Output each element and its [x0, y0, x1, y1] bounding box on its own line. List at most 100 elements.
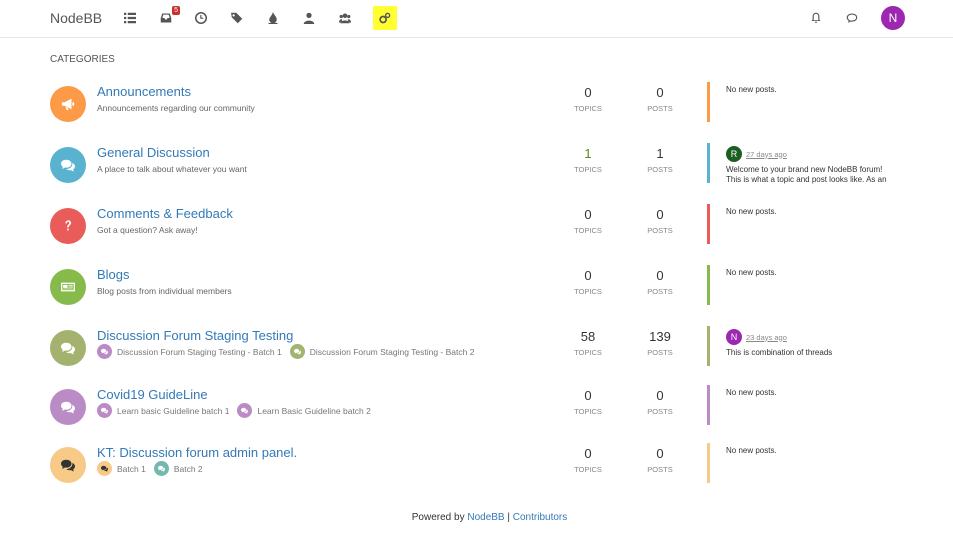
contributors-link[interactable]: Contributors	[513, 512, 567, 523]
category-icon[interactable]	[50, 447, 86, 483]
posts-count: 139	[649, 329, 671, 344]
category-icon[interactable]	[50, 330, 86, 366]
subcategory-label[interactable]: Discussion Forum Staging Testing - Batch…	[117, 347, 282, 357]
posts-label: POSTS	[647, 348, 673, 357]
comments-icon	[61, 342, 75, 355]
comments-icon	[61, 459, 75, 472]
posts-label: POSTS	[647, 465, 673, 474]
category-icon[interactable]	[50, 147, 86, 183]
topics-label: TOPICS	[574, 226, 602, 235]
subcategory-label[interactable]: Batch 1	[117, 464, 146, 474]
section-title: CATEGORIES	[50, 54, 115, 65]
topics-label: TOPICS	[574, 287, 602, 296]
teaser-avatar[interactable]: R	[726, 146, 742, 162]
category-teaser: No new posts.	[726, 207, 906, 217]
topics-label: TOPICS	[574, 465, 602, 474]
category-teaser: R 27 days ago Welcome to your brand new …	[726, 146, 906, 185]
posts-stat: 0 POSTS	[630, 207, 690, 235]
topics-stat: 58 TOPICS	[558, 329, 618, 357]
subcategory-link[interactable]: Batch 1	[97, 461, 146, 476]
topics-count: 58	[580, 329, 596, 344]
topics-stat: 0 TOPICS	[558, 85, 618, 113]
posts-stat: 1 POSTS	[630, 146, 690, 174]
categories-list-icon[interactable]	[121, 9, 139, 27]
category-row: KT: Discussion forum admin panel. Batch …	[0, 443, 953, 499]
nodebb-link[interactable]: NodeBB	[467, 512, 504, 523]
category-title[interactable]: KT: Discussion forum admin panel.	[97, 445, 297, 460]
teaser-timestamp[interactable]: 23 days ago	[746, 333, 787, 342]
topics-count: 0	[584, 85, 592, 100]
teaser-text-line[interactable]: This is what a topic and post looks like…	[726, 175, 906, 185]
unread-count-badge: 5	[172, 6, 180, 15]
no-posts-text: No new posts.	[726, 388, 777, 397]
topics-stat: 1 TOPICS	[558, 146, 618, 174]
category-title[interactable]: Blogs	[97, 267, 130, 282]
subcategory-label[interactable]: Learn Basic Guideline batch 2	[257, 406, 370, 416]
no-posts-text: No new posts.	[726, 207, 777, 216]
category-row: Covid19 GuideLine Learn basic Guideline …	[0, 385, 953, 441]
teaser-color-bar	[707, 82, 710, 122]
category-description: A place to talk about whatever you want	[97, 164, 247, 174]
category-title[interactable]: Covid19 GuideLine	[97, 387, 208, 402]
posts-label: POSTS	[647, 407, 673, 416]
teaser-color-bar	[707, 385, 710, 425]
posts-count: 0	[656, 207, 664, 222]
footer: Powered by NodeBB | Contributors	[0, 512, 953, 523]
topics-stat: 0 TOPICS	[558, 268, 618, 296]
posts-stat: 139 POSTS	[630, 329, 690, 357]
category-title[interactable]: Discussion Forum Staging Testing	[97, 328, 293, 343]
category-icon[interactable]	[50, 269, 86, 305]
category-teaser: No new posts.	[726, 446, 906, 456]
popular-fire-icon[interactable]	[264, 9, 282, 27]
subcategory-label[interactable]: Discussion Forum Staging Testing - Batch…	[310, 347, 475, 357]
teaser-text-line[interactable]: This is combination of threads	[726, 348, 906, 358]
topics-label: TOPICS	[574, 407, 602, 416]
comments-icon	[289, 344, 305, 359]
teaser-timestamp[interactable]: 27 days ago	[746, 150, 787, 159]
category-row: Announcements Announcements regarding ou…	[0, 82, 953, 138]
category-title[interactable]: Announcements	[97, 84, 191, 99]
subcategory-link[interactable]: Learn Basic Guideline batch 2	[237, 403, 371, 418]
posts-stat: 0 POSTS	[630, 268, 690, 296]
category-title[interactable]: Comments & Feedback	[97, 206, 233, 221]
category-icon[interactable]	[50, 86, 86, 122]
topics-count: 0	[584, 446, 592, 461]
groups-icon[interactable]	[336, 9, 354, 27]
category-title[interactable]: General Discussion	[97, 145, 210, 160]
teaser-avatar[interactable]: N	[726, 329, 742, 345]
topics-count: 1	[584, 146, 592, 161]
subcategory-label[interactable]: Batch 2	[174, 464, 203, 474]
recent-clock-icon[interactable]	[192, 9, 210, 27]
subcategory-label[interactable]: Learn basic Guideline batch 1	[117, 406, 229, 416]
unread-inbox-icon[interactable]: 5	[157, 6, 180, 27]
comments-icon	[61, 159, 75, 172]
posts-count: 1	[656, 146, 664, 161]
category-row: Discussion Forum Staging Testing Discuss…	[0, 326, 953, 382]
topics-stat: 0 TOPICS	[558, 446, 618, 474]
footer-separator: |	[504, 512, 513, 523]
subcategory-link[interactable]: Batch 2	[153, 461, 203, 476]
tags-icon[interactable]	[228, 9, 246, 27]
topics-count: 0	[584, 268, 592, 283]
posts-count: 0	[656, 446, 664, 461]
user-avatar[interactable]: N	[881, 6, 905, 30]
teaser-text-line[interactable]: Welcome to your brand new NodeBB forum!	[726, 165, 906, 175]
admin-cogs-icon[interactable]	[373, 6, 397, 30]
chats-icon[interactable]	[843, 9, 861, 27]
category-teaser: N 23 days ago This is combination of thr…	[726, 329, 906, 358]
notifications-bell-icon[interactable]	[807, 9, 825, 27]
posts-stat: 0 POSTS	[630, 446, 690, 474]
question-icon	[65, 220, 72, 231]
category-icon[interactable]	[50, 208, 86, 244]
topics-label: TOPICS	[574, 104, 602, 113]
category-teaser: No new posts.	[726, 268, 906, 278]
posts-stat: 0 POSTS	[630, 85, 690, 113]
users-icon[interactable]	[300, 9, 318, 27]
subcategory-link[interactable]: Learn basic Guideline batch 1	[97, 403, 229, 418]
posts-count: 0	[656, 85, 664, 100]
posts-count: 0	[656, 268, 664, 283]
category-icon[interactable]	[50, 389, 86, 425]
subcategory-link[interactable]: Discussion Forum Staging Testing - Batch…	[97, 344, 282, 359]
subcategory-link[interactable]: Discussion Forum Staging Testing - Batch…	[289, 344, 475, 359]
brand-logo[interactable]: NodeBB	[50, 10, 102, 26]
